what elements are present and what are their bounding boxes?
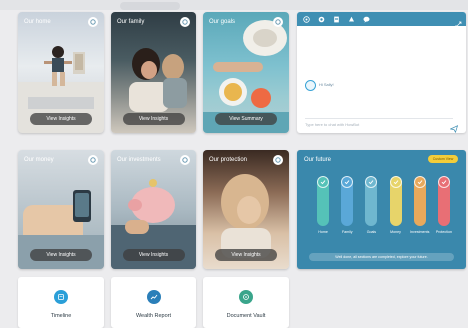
chat-toolbar — [297, 12, 466, 28]
card-our-money[interactable]: Our money View Insights — [18, 150, 104, 269]
vault-icon — [239, 290, 253, 304]
gear-icon[interactable] — [180, 17, 190, 27]
card-title: Our goals — [209, 19, 236, 25]
card-title: Our protection — [209, 157, 248, 163]
top-bar — [0, 0, 468, 10]
card-our-goals[interactable]: Our goals View Summary — [203, 12, 289, 133]
tile-timeline[interactable]: Timeline — [18, 277, 104, 328]
card-title: Our family — [117, 19, 145, 25]
check-icon — [437, 176, 450, 188]
future-note: Well done, all sections are completed, e… — [309, 253, 454, 261]
tile-label: Timeline — [50, 313, 72, 319]
tile-label: Document Vault — [226, 313, 266, 319]
card-our-home[interactable]: Our home View Insights — [18, 12, 104, 133]
card-title: Our home — [24, 19, 51, 25]
top-bar-highlight — [120, 2, 180, 10]
view-summary-button[interactable]: View Summary — [215, 113, 277, 125]
card-our-investments[interactable]: Our investments View Insights — [111, 150, 196, 269]
target-icon[interactable] — [303, 15, 310, 23]
custom-view-button[interactable]: Custom View — [428, 155, 458, 163]
check-icon — [413, 176, 426, 188]
chart-icon — [146, 290, 161, 304]
view-insights-button[interactable]: View Insights — [122, 249, 185, 261]
view-insights-button[interactable]: View Insights — [215, 249, 277, 261]
future-panel[interactable]: Our future Custom View Home Family Goals Mo… — [297, 150, 466, 269]
card-title: Our money — [24, 157, 54, 163]
tile-wealth-report[interactable]: Wealth Report — [111, 277, 196, 328]
future-title: Our future — [304, 157, 332, 163]
tile-label: Wealth Report — [135, 313, 172, 319]
card-title: Our investments — [117, 157, 161, 163]
view-insights-button[interactable]: View Insights — [30, 249, 92, 261]
gear-icon[interactable] — [88, 17, 98, 27]
bot-avatar — [305, 80, 316, 91]
expand-icon[interactable] — [455, 15, 462, 28]
bot-message: Hi Sally! — [319, 82, 334, 87]
chat-input[interactable]: Type here to chat with HowBot — [305, 118, 453, 128]
gear-icon[interactable] — [88, 155, 98, 165]
gear-icon[interactable] — [273, 17, 283, 27]
gear-icon[interactable] — [180, 155, 190, 165]
bell-icon[interactable] — [348, 16, 355, 23]
chat-bubble-icon[interactable] — [363, 16, 370, 23]
view-insights-button[interactable]: View Insights — [122, 113, 185, 125]
check-icon — [389, 176, 402, 188]
gear-icon[interactable] — [273, 155, 283, 165]
timeline-icon — [54, 290, 68, 304]
card-our-protection[interactable]: Our protection View Insights — [203, 150, 289, 269]
card-our-family[interactable]: Our family View Insights — [111, 12, 196, 133]
chat-panel: Hi Sally! Type here to chat with HowBot — [297, 12, 466, 133]
document-icon[interactable] — [333, 16, 340, 23]
view-insights-button[interactable]: View Insights — [30, 113, 92, 125]
settings-icon[interactable] — [318, 16, 325, 23]
tile-document-vault[interactable]: Document Vault — [203, 277, 289, 328]
send-icon[interactable] — [449, 120, 459, 133]
check-icon — [317, 176, 330, 188]
bar-label: Protection — [435, 230, 452, 234]
future-progress-bars: Home Family Goals Money Investments Protectio… — [311, 176, 456, 246]
